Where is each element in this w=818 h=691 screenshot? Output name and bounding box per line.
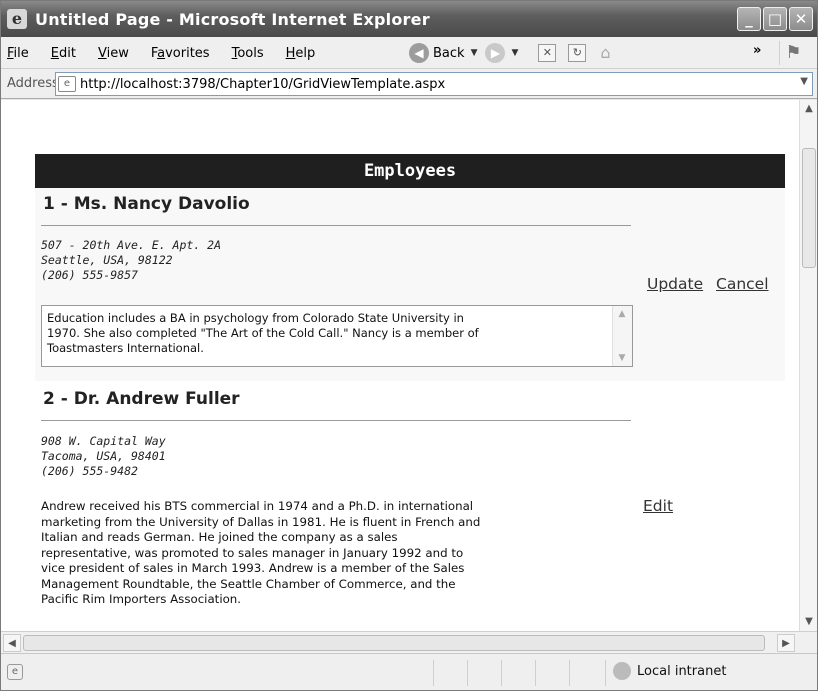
windows-logo-icon: ⚑ [779, 41, 807, 65]
address-line: 507 - 20th Ave. E. Apt. 2A [41, 238, 222, 252]
scrollbar-thumb[interactable] [23, 635, 765, 651]
notes-line: 1970. She also completed "The Art of the… [47, 326, 479, 340]
vertical-scrollbar[interactable]: ▲ ▼ [799, 100, 817, 631]
status-divider [605, 660, 606, 686]
scroll-down-icon[interactable]: ▼ [613, 350, 631, 366]
notes-line: Education includes a BA in psychology fr… [47, 311, 464, 325]
notes-line: Management Roundtable, the Seattle Chamb… [41, 576, 456, 591]
ie-logo-icon: e [7, 9, 27, 29]
menu-edit[interactable]: Edit [51, 46, 76, 61]
phone: (206) 555-9482 [41, 464, 138, 478]
menu-tools[interactable]: Tools [232, 46, 264, 61]
notes-line: marketing from the University of Dallas … [41, 514, 481, 529]
address-line: Seattle, USA, 98122 [41, 253, 173, 267]
notes-textarea[interactable]: Education includes a BA in psychology fr… [41, 305, 633, 367]
forward-arrow-icon[interactable]: ▶ [485, 43, 506, 63]
status-divider [569, 660, 570, 686]
address-dropdown-icon[interactable]: ▼ [800, 76, 808, 87]
address-input[interactable]: e http://localhost:3798/Chapter10/GridVi… [55, 72, 813, 96]
employee-notes: Andrew received his BTS commercial in 19… [41, 499, 641, 608]
page-icon: e [58, 76, 76, 92]
address-bar: Address e http://localhost:3798/Chapter1… [1, 69, 817, 99]
menu-file[interactable]: File [7, 46, 29, 61]
menu-favorites[interactable]: Favorites [151, 46, 210, 61]
employees-grid: Employees 1 - Ms. Nancy Davolio 507 - 20… [35, 154, 785, 631]
forward-dropdown-icon[interactable]: ▼ [511, 48, 518, 58]
back-arrow-icon[interactable]: ◀ [409, 43, 429, 63]
status-divider [535, 660, 536, 686]
intranet-zone-icon [613, 662, 631, 680]
browser-window: e Untitled Page - Microsoft Internet Exp… [0, 0, 818, 691]
toolbar: ◀ Back ▼ ▶ ▼ ✕ ↻ ⌂ [409, 37, 618, 69]
status-divider [501, 660, 502, 686]
menu-bar: File Edit View Favorites Tools Help ◀ Ba… [1, 37, 817, 69]
scroll-left-icon[interactable]: ◀ [3, 634, 21, 652]
status-divider [433, 660, 434, 686]
scrollbar-thumb[interactable] [802, 148, 816, 268]
divider [41, 225, 631, 226]
back-dropdown-icon[interactable]: ▼ [471, 48, 478, 58]
address-label: Address [7, 76, 59, 91]
page-status-icon: e [7, 664, 23, 680]
window-controls: _ □ ✕ [737, 7, 813, 31]
notes-line: Toastmasters International. [47, 341, 204, 355]
table-row: 2 - Dr. Andrew Fuller 908 W. Capital Way… [35, 381, 785, 631]
security-zone: Local intranet [637, 664, 727, 679]
notes-line: representative, was promoted to sales ma… [41, 545, 464, 560]
page-content: Employees 1 - Ms. Nancy Davolio 507 - 20… [1, 100, 799, 631]
employee-title: 2 - Dr. Andrew Fuller [43, 389, 240, 409]
employee-title: 1 - Ms. Nancy Davolio [43, 194, 250, 214]
close-button[interactable]: ✕ [789, 7, 813, 31]
grid-header: Employees [35, 154, 785, 188]
cancel-link[interactable]: Cancel [716, 275, 769, 293]
status-divider [467, 660, 468, 686]
minimize-button[interactable]: _ [737, 7, 761, 31]
maximize-button[interactable]: □ [763, 7, 787, 31]
notes-line: vice president of sales in March 1993. A… [41, 561, 465, 575]
update-link[interactable]: Update [647, 275, 703, 293]
notes-line: Pacific Rim Importers Association. [41, 592, 242, 606]
table-row: 1 - Ms. Nancy Davolio 507 - 20th Ave. E.… [35, 188, 785, 381]
horizontal-scrollbar[interactable]: ◀ ▶ [1, 631, 817, 653]
address-line: Tacoma, USA, 98401 [41, 449, 166, 463]
scroll-up-icon[interactable]: ▲ [613, 306, 631, 322]
menu-view[interactable]: View [98, 46, 129, 61]
home-icon[interactable]: ⌂ [600, 44, 618, 62]
refresh-icon[interactable]: ↻ [568, 44, 587, 62]
address-line: 908 W. Capital Way [41, 434, 166, 448]
title-bar: e Untitled Page - Microsoft Internet Exp… [1, 1, 817, 37]
address-url[interactable]: http://localhost:3798/Chapter10/GridView… [80, 77, 445, 92]
notes-line: Andrew received his BTS commercial in 19… [41, 499, 474, 513]
phone: (206) 555-9857 [41, 268, 138, 282]
employee-address: 908 W. Capital Way Tacoma, USA, 98401 (2… [41, 434, 166, 479]
divider [41, 420, 631, 421]
menu-help[interactable]: Help [286, 46, 316, 61]
back-button-label[interactable]: Back [433, 46, 465, 61]
status-bar: e Local intranet [1, 653, 817, 690]
notes-text[interactable]: Education includes a BA in psychology fr… [47, 311, 607, 356]
notes-line: Italian and reads German. He joined the … [41, 530, 398, 544]
scroll-down-icon[interactable]: ▼ [800, 613, 818, 631]
notes-scrollbar[interactable]: ▲ ▼ [612, 306, 632, 366]
employee-address: 507 - 20th Ave. E. Apt. 2A Seattle, USA,… [41, 238, 221, 283]
edit-link[interactable]: Edit [643, 497, 673, 515]
scroll-right-icon[interactable]: ▶ [777, 634, 795, 652]
stop-icon[interactable]: ✕ [538, 44, 557, 62]
window-title: Untitled Page - Microsoft Internet Explo… [35, 9, 430, 29]
toolbar-overflow-icon[interactable]: » [753, 43, 761, 58]
menu-items: File Edit View Favorites Tools Help [7, 37, 337, 69]
scroll-up-icon[interactable]: ▲ [800, 100, 818, 118]
